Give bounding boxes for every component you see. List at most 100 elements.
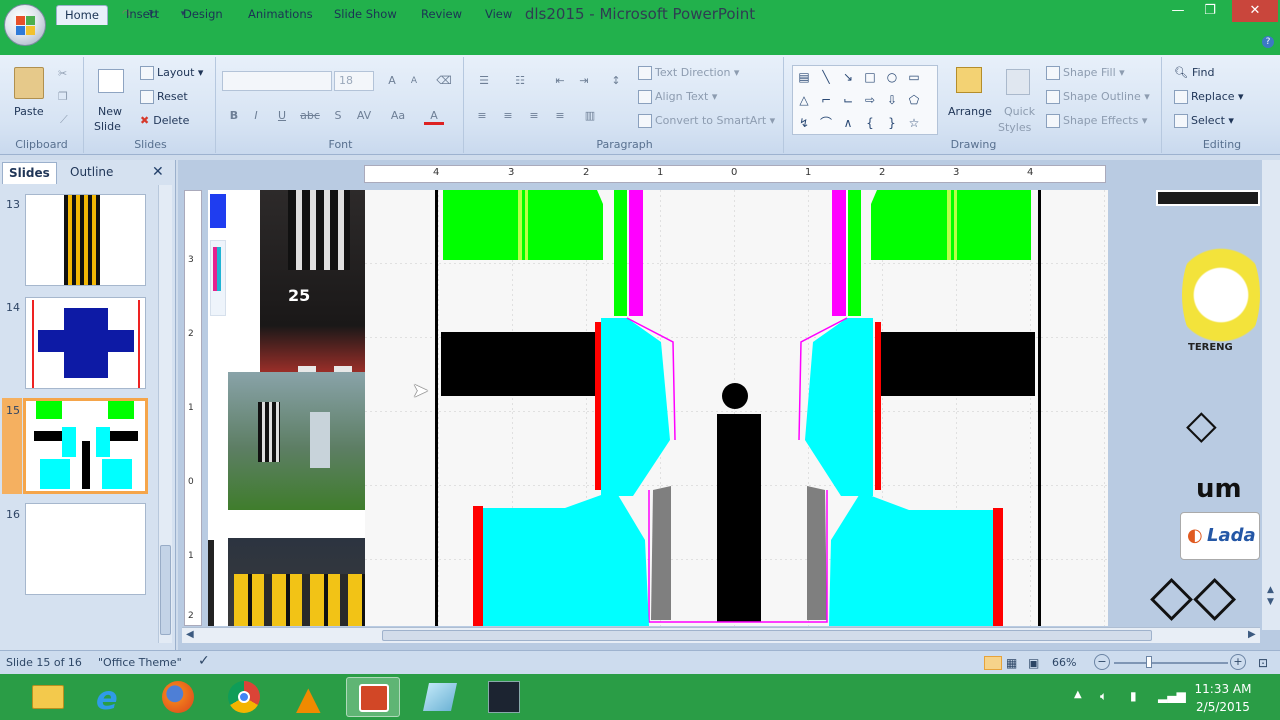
freeform-shape-icon[interactable]: ∧ bbox=[841, 116, 855, 130]
slide-thumbnail-13[interactable] bbox=[25, 194, 146, 286]
help-icon[interactable]: ? bbox=[1262, 36, 1274, 48]
tab-insert[interactable]: Insert bbox=[118, 5, 167, 25]
taskbar-chrome[interactable] bbox=[216, 677, 270, 717]
strikethrough-button[interactable]: abc bbox=[300, 107, 320, 125]
vertical-ruler[interactable]: 3 2 1 0 1 2 bbox=[184, 190, 202, 626]
crest-logo[interactable]: TERENG bbox=[1182, 230, 1260, 360]
star-shape-icon[interactable]: ☆ bbox=[907, 116, 921, 130]
restore-button[interactable]: ❐ bbox=[1194, 0, 1226, 22]
line-shape-icon[interactable]: ╲ bbox=[819, 70, 833, 84]
tab-animations[interactable]: Animations bbox=[240, 5, 321, 25]
green-strip[interactable] bbox=[614, 190, 627, 316]
red-stripe[interactable] bbox=[875, 322, 881, 490]
align-center-icon[interactable]: ≡ bbox=[498, 107, 518, 125]
new-slide-button[interactable]: Slide bbox=[94, 120, 121, 133]
shrink-font-button[interactable]: A bbox=[404, 72, 424, 90]
scroll-thumb[interactable] bbox=[382, 630, 1152, 641]
quick-styles-button[interactable]: Styles bbox=[998, 121, 1031, 134]
font-size-input[interactable]: 18 bbox=[334, 71, 374, 91]
zoom-out-icon[interactable]: − bbox=[1094, 654, 1110, 670]
align-text-button[interactable]: Align Text ▾ bbox=[638, 90, 717, 104]
right-arrow-shape-icon[interactable]: ⇨ bbox=[863, 93, 877, 107]
red-stripe[interactable] bbox=[993, 508, 1003, 626]
taskbar-ie[interactable]: e bbox=[84, 677, 138, 717]
match-photo[interactable] bbox=[228, 372, 372, 510]
spell-check-icon[interactable]: ✓ bbox=[198, 653, 210, 669]
shadow-button[interactable]: S bbox=[328, 107, 348, 125]
cyan-lower-right[interactable] bbox=[829, 492, 993, 626]
tab-outline[interactable]: Outline bbox=[64, 162, 119, 184]
horizontal-ruler[interactable]: 4 3 2 1 0 1 2 3 4 bbox=[364, 165, 1106, 183]
slide-show-icon[interactable]: ▣ bbox=[1028, 656, 1039, 670]
format-painter-icon[interactable]: ⟋ bbox=[60, 113, 68, 127]
slide-sorter-icon[interactable]: ▦ bbox=[1006, 656, 1017, 670]
brace-left-shape-icon[interactable]: { bbox=[863, 116, 877, 130]
numbering-icon[interactable]: ☷ bbox=[510, 72, 530, 90]
convert-smartart-button[interactable]: Convert to SmartArt ▾ bbox=[638, 114, 775, 128]
shapes-gallery[interactable]: ▤ ╲ ↘ □ ○ ▭ △ ⌐ ⌙ ⇨ ⇩ ⬠ ↯ ⌒ ∧ { } ☆ bbox=[792, 65, 938, 135]
slide-canvas[interactable] bbox=[365, 190, 1108, 626]
copy-icon[interactable]: ❐ bbox=[58, 90, 68, 103]
char-spacing-button[interactable]: AV bbox=[354, 107, 374, 125]
pentagon-shape-icon[interactable]: ⬠ bbox=[907, 93, 921, 107]
tab-home[interactable]: Home bbox=[56, 5, 108, 25]
brace-right-shape-icon[interactable]: } bbox=[885, 116, 899, 130]
magenta-strip[interactable] bbox=[629, 190, 643, 316]
decrease-indent-icon[interactable]: ⇤ bbox=[550, 72, 570, 90]
red-stripe[interactable] bbox=[595, 322, 601, 490]
grow-font-button[interactable]: A bbox=[382, 72, 402, 90]
tab-view[interactable]: View bbox=[477, 5, 520, 25]
grey-panel-right[interactable] bbox=[807, 486, 827, 620]
taskbar-game[interactable] bbox=[476, 677, 530, 717]
scroll-right-icon[interactable]: ▶ bbox=[1248, 629, 1256, 640]
zoom-slider-thumb[interactable] bbox=[1146, 656, 1152, 668]
minimize-button[interactable]: — bbox=[1162, 0, 1194, 22]
kit-template-drawing[interactable] bbox=[365, 190, 1108, 626]
editor-horizontal-scrollbar[interactable]: ◀ ▶ bbox=[182, 627, 1260, 643]
zoom-level[interactable]: 66% bbox=[1052, 656, 1076, 669]
black-panel-right[interactable] bbox=[881, 332, 1035, 396]
taskbar-explorer[interactable] bbox=[20, 677, 74, 717]
columns-icon[interactable]: ▥ bbox=[580, 107, 600, 125]
bullets-icon[interactable]: ☰ bbox=[474, 72, 494, 90]
justify-icon[interactable]: ≡ bbox=[550, 107, 570, 125]
slide-thumbnail-16[interactable] bbox=[25, 503, 146, 595]
lada-logo[interactable]: ◐ Lada bbox=[1180, 512, 1260, 560]
theme-name[interactable]: "Office Theme" bbox=[98, 656, 182, 669]
elbow-arrow-shape-icon[interactable]: ⌙ bbox=[841, 93, 855, 107]
italic-button[interactable]: I bbox=[246, 107, 266, 125]
rounded-rect-shape-icon[interactable]: ▭ bbox=[907, 70, 921, 84]
black-panel-left[interactable] bbox=[441, 332, 595, 396]
select-button[interactable]: Select ▾ bbox=[1174, 114, 1234, 128]
find-button[interactable]: 🔍︎ Find bbox=[1174, 66, 1215, 79]
office-button[interactable] bbox=[4, 4, 46, 46]
thumbnail-scrollbar[interactable] bbox=[158, 185, 172, 643]
clear-formatting-icon[interactable]: ⌫ bbox=[434, 72, 454, 90]
arrange-button[interactable]: Arrange bbox=[948, 105, 992, 118]
blue-swatch[interactable] bbox=[210, 194, 226, 228]
taskbar-app[interactable] bbox=[412, 677, 466, 717]
layout-button[interactable]: Layout ▾ bbox=[140, 66, 203, 80]
textbox-shape-icon[interactable]: ▤ bbox=[797, 70, 811, 84]
new-slide-label[interactable]: New bbox=[98, 105, 122, 118]
close-panel-icon[interactable]: ✕ bbox=[152, 164, 164, 180]
close-button[interactable]: ✕ bbox=[1232, 0, 1278, 22]
delete-button[interactable]: ✖ Delete bbox=[140, 114, 189, 127]
dark-banner[interactable] bbox=[1156, 190, 1260, 206]
font-color-button[interactable]: A bbox=[424, 107, 444, 125]
umbro-text[interactable]: um bbox=[1196, 474, 1242, 504]
underline-button[interactable]: U bbox=[272, 107, 292, 125]
slide-thumbnail-14[interactable] bbox=[25, 297, 146, 389]
arc-shape-icon[interactable]: ⌒ bbox=[819, 116, 833, 130]
bold-button[interactable]: B bbox=[224, 107, 244, 125]
network-icon[interactable]: ▮ bbox=[1130, 689, 1137, 703]
normal-view-icon[interactable] bbox=[984, 656, 1002, 670]
paste-button[interactable]: Paste bbox=[14, 105, 44, 118]
fit-slide-icon[interactable]: ⊡ bbox=[1258, 656, 1268, 670]
volume-icon[interactable]: 🔈︎ bbox=[1100, 689, 1107, 704]
down-arrow-shape-icon[interactable]: ⇩ bbox=[885, 93, 899, 107]
editor-vertical-scrollbar[interactable]: ▲ ▼ bbox=[1262, 160, 1280, 630]
scroll-left-icon[interactable]: ◀ bbox=[186, 629, 194, 640]
cyan-lower-left[interactable] bbox=[483, 490, 649, 626]
tab-slide-show[interactable]: Slide Show bbox=[326, 5, 405, 25]
